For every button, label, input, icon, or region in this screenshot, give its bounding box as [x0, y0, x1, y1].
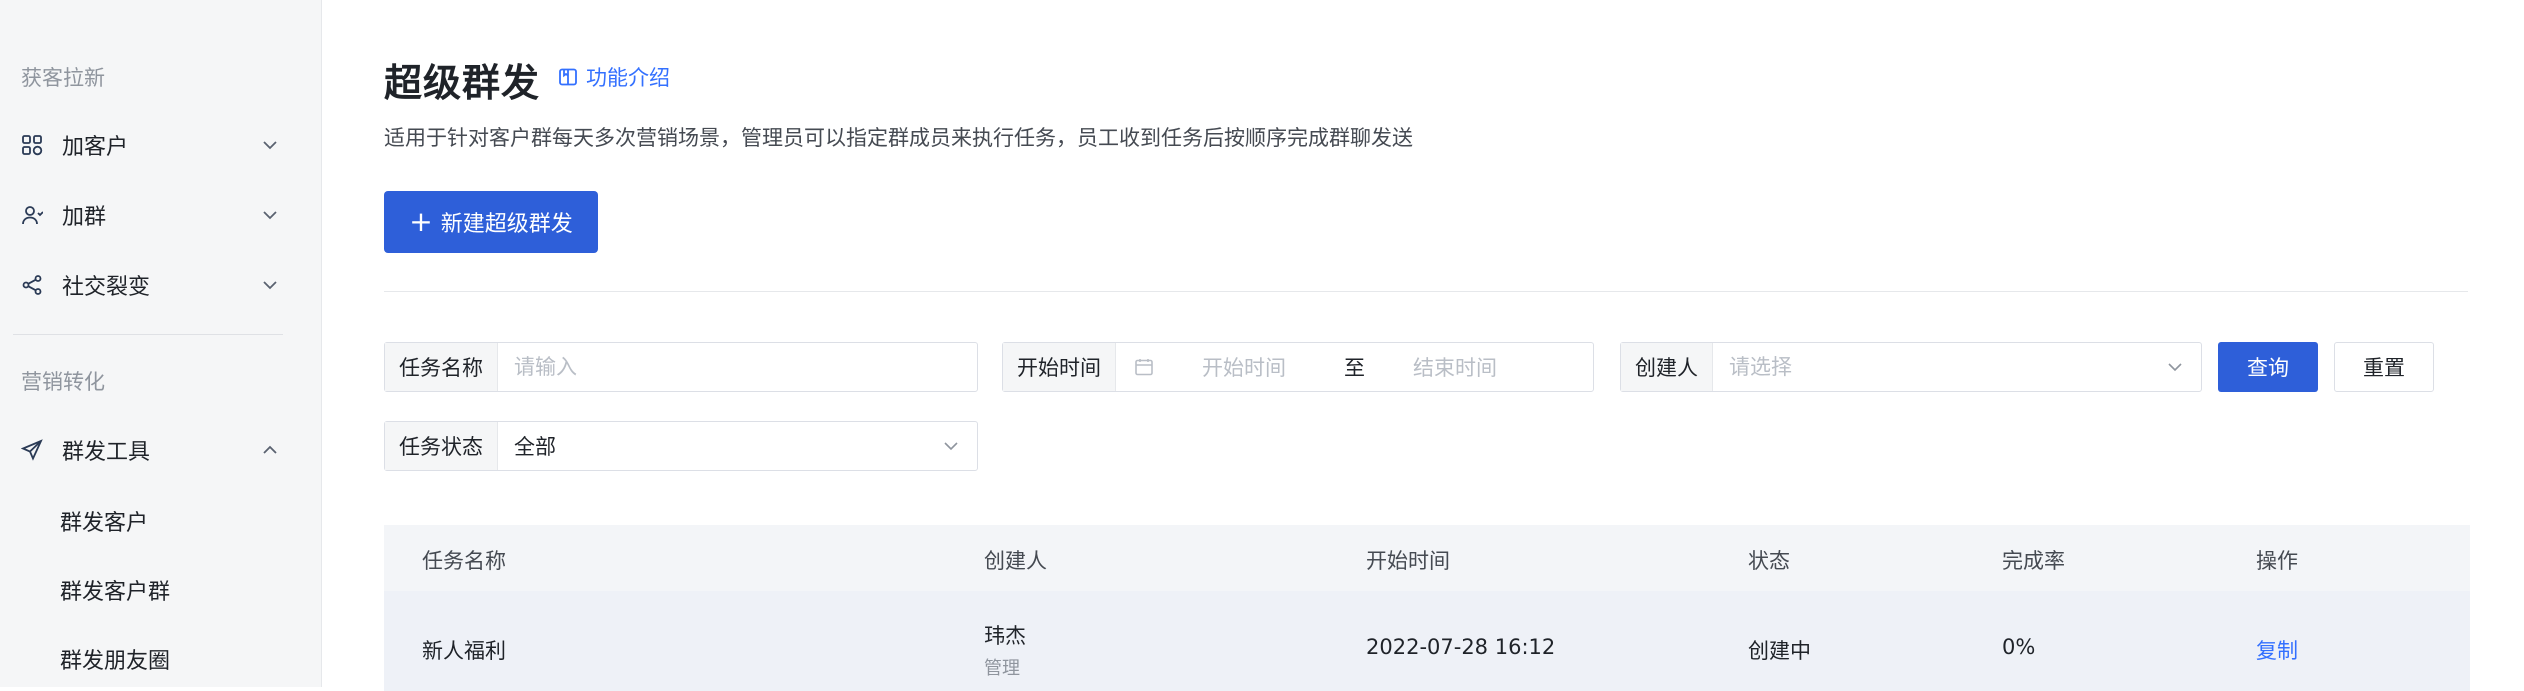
sidebar-item-label: 群发工具: [62, 440, 151, 465]
column-header: 任务名称: [422, 549, 506, 573]
query-button[interactable]: 查询: [2218, 342, 2318, 392]
send-icon: [21, 439, 43, 461]
sidebar-item-label: 加群: [62, 205, 107, 230]
sidebar-item-social-fission[interactable]: 社交裂变: [0, 255, 322, 315]
task-status-label: 任务状态: [385, 422, 498, 470]
user-plus-icon: [22, 206, 43, 225]
chevron-up-icon: [263, 445, 277, 454]
table-header: 任务名称 创建人 开始时间 状态 完成率 操作: [384, 525, 2470, 591]
table-row: 新人福利 玮杰 管理 2022-07-28 16:12 创建中 0% 复制: [384, 591, 2470, 691]
start-time-label: 开始时间: [1003, 343, 1116, 391]
calendar-icon: [1135, 359, 1153, 376]
sidebar-divider: [13, 334, 283, 335]
creator-filter[interactable]: 创建人: [1620, 342, 2202, 392]
grid-icon: [22, 135, 43, 156]
sidebar-section-title: 获客拉新: [21, 66, 105, 90]
sidebar-item-add-group[interactable]: 加群: [0, 185, 322, 245]
creator-cell: 玮杰: [984, 624, 1026, 648]
sidebar-section-title: 营销转化: [21, 370, 105, 394]
task-status-select[interactable]: 全部: [498, 431, 941, 461]
end-date-input[interactable]: 结束时间: [1413, 352, 1497, 382]
plus-icon: +: [409, 205, 433, 238]
start-time-filter: 开始时间 开始时间 至 结束时间: [1002, 342, 1594, 392]
sidebar-item-label: 社交裂变: [62, 275, 151, 300]
task-name-cell: 新人福利: [422, 639, 506, 663]
sidebar-item-mass-send-tools[interactable]: 群发工具: [0, 420, 322, 480]
sidebar-subitem-mass-send-moments[interactable]: 群发朋友圈: [60, 643, 170, 675]
new-button-label: 新建超级群发: [440, 212, 573, 237]
divider: [384, 291, 2468, 292]
date-separator: 至: [1344, 356, 1365, 380]
status-cell: 创建中: [1748, 639, 1811, 663]
chevron-down-icon: [944, 442, 958, 451]
reset-button[interactable]: 重置: [2334, 342, 2434, 392]
creator-select[interactable]: [1713, 355, 2165, 379]
creator-role: 管理: [984, 658, 1020, 679]
copy-link[interactable]: 复制: [2256, 635, 2298, 665]
task-name-input[interactable]: [498, 355, 977, 379]
sidebar: 获客拉新 加客户 加群 社交裂变 营销转化 群发工具 群发客户 群发客户群 群发: [0, 0, 322, 687]
book-icon: [559, 68, 577, 86]
sidebar-subitem-mass-send-groups[interactable]: 群发客户群: [60, 574, 170, 606]
column-header: 开始时间: [1366, 549, 1450, 573]
page-title: 超级群发: [384, 61, 541, 105]
chevron-down-icon: [263, 281, 277, 290]
creator-label: 创建人: [1621, 343, 1713, 391]
sidebar-subitem-mass-send-customers[interactable]: 群发客户: [60, 505, 148, 537]
chevron-down-icon: [263, 141, 277, 150]
column-header: 完成率: [2002, 549, 2065, 573]
column-header: 状态: [1748, 549, 1790, 573]
task-name-label: 任务名称: [385, 343, 498, 391]
column-header: 创建人: [984, 549, 1047, 573]
feature-intro-label: 功能介绍: [586, 66, 670, 90]
sidebar-item-label: 加客户: [62, 135, 129, 160]
share-icon: [22, 275, 42, 295]
completion-rate-cell: 0%: [2002, 635, 2036, 659]
chevron-down-icon: [2168, 363, 2182, 372]
start-time-cell: 2022-07-28 16:12: [1366, 635, 1556, 659]
sidebar-item-add-customer[interactable]: 加客户: [0, 115, 322, 175]
new-super-mass-send-button[interactable]: + 新建超级群发: [384, 191, 598, 253]
feature-intro-link[interactable]: 功能介绍: [558, 62, 670, 92]
chevron-down-icon: [263, 211, 277, 220]
start-date-input[interactable]: 开始时间: [1202, 352, 1286, 382]
page-description: 适用于针对客户群每天多次营销场景，管理员可以指定群成员来执行任务，员工收到任务后…: [384, 126, 1413, 150]
task-name-filter: 任务名称: [384, 342, 978, 392]
column-header: 操作: [2256, 549, 2298, 573]
task-status-filter[interactable]: 任务状态 全部: [384, 421, 978, 471]
